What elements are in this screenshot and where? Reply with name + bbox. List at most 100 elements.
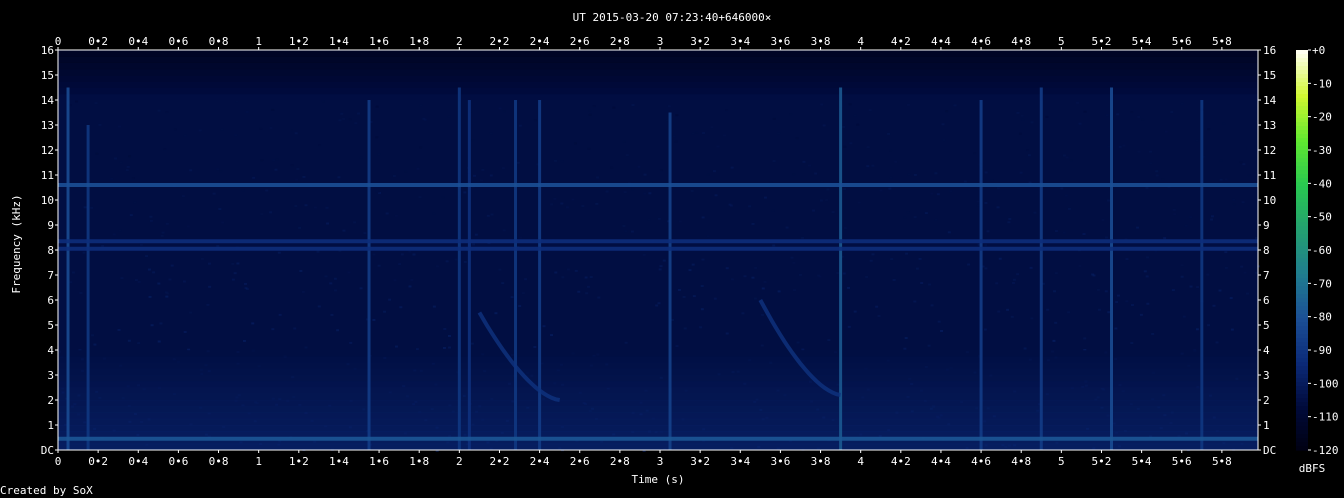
x-tick-label-top: 5•2 (1092, 35, 1112, 48)
noise-speck (385, 212, 389, 215)
noise-speck (1206, 273, 1210, 276)
noise-speck (218, 208, 222, 211)
noise-speck (847, 286, 851, 289)
noise-speck (1180, 264, 1184, 267)
noise-speck (729, 204, 733, 207)
low-band (58, 443, 1258, 451)
tone-line (58, 183, 1258, 187)
noise-speck (725, 267, 729, 270)
noise-speck (236, 262, 240, 265)
noise-speck (871, 164, 875, 167)
colorbar-step (1296, 138, 1308, 143)
noise-speck (871, 253, 875, 256)
noise-speck (918, 257, 922, 260)
x-tick-label-bottom: 5•6 (1172, 455, 1192, 468)
noise-speck (716, 145, 720, 148)
noise-speck (164, 291, 168, 294)
x-tick-label-bottom: 0•6 (168, 455, 188, 468)
noise-speck (605, 190, 609, 193)
noise-speck (1239, 161, 1243, 164)
colorbar-step (1296, 262, 1308, 267)
noise-speck (333, 289, 337, 292)
noise-speck (471, 139, 475, 142)
noise-speck (443, 327, 447, 330)
noise-speck (1171, 289, 1175, 292)
noise-speck (392, 174, 396, 177)
noise-speck (79, 291, 83, 294)
noise-speck (887, 132, 891, 135)
noise-speck (1016, 273, 1020, 276)
colorbar-step (1296, 414, 1308, 419)
noise-speck (472, 243, 476, 246)
colorbar-step (1296, 234, 1308, 239)
colorbar-step (1296, 174, 1308, 179)
colorbar-step (1296, 290, 1308, 295)
colorbar-step (1296, 446, 1308, 451)
noise-speck (330, 313, 334, 316)
y-tick-label-right: 14 (1263, 94, 1277, 107)
noise-speck (359, 156, 363, 159)
y-tick-label-left: 1 (47, 419, 54, 432)
x-tick-label-top: 0 (55, 35, 62, 48)
x-tick-label-top: 4•6 (971, 35, 991, 48)
colorbar-step (1296, 254, 1308, 259)
colorbar-step (1296, 274, 1308, 279)
noise-speck (853, 310, 857, 313)
noise-speck (342, 229, 346, 232)
noise-speck (820, 180, 824, 183)
colorbar-step (1296, 162, 1308, 167)
noise-speck (624, 230, 628, 233)
noise-speck (1212, 304, 1216, 307)
noise-speck (524, 278, 528, 281)
high-fade (58, 75, 1258, 82)
noise-speck (233, 272, 237, 275)
colorbar-step (1296, 306, 1308, 311)
noise-speck (691, 132, 695, 135)
noise-speck (996, 206, 1000, 209)
x-tick-label-bottom: 5•4 (1132, 455, 1152, 468)
noise-speck (903, 216, 907, 219)
noise-speck (947, 231, 951, 234)
noise-speck (252, 176, 256, 179)
noise-speck (329, 282, 333, 285)
noise-speck (612, 106, 616, 109)
noise-speck (856, 123, 860, 126)
noise-speck (761, 287, 765, 290)
noise-speck (200, 257, 204, 260)
noise-speck (498, 107, 502, 110)
noise-speck (998, 257, 1002, 260)
colorbar-step (1296, 218, 1308, 223)
noise-speck (667, 105, 671, 108)
noise-speck (706, 235, 710, 238)
impulse-line (66, 87, 70, 450)
y-tick-label-left: 15 (41, 69, 54, 82)
noise-speck (1173, 213, 1177, 216)
noise-speck (581, 205, 585, 208)
noise-speck (1161, 178, 1165, 181)
noise-speck (1082, 233, 1086, 236)
colorbar-step (1296, 50, 1308, 55)
x-tick-label-top: 1•6 (369, 35, 389, 48)
colorbar-step (1296, 314, 1308, 319)
noise-speck (1125, 258, 1129, 261)
y-tick-label-right: DC (1263, 444, 1276, 457)
y-tick-label-right: 5 (1263, 319, 1270, 332)
colorbar-step (1296, 294, 1308, 299)
colorbar-step (1296, 198, 1308, 203)
noise-speck (1210, 218, 1214, 221)
noise-speck (662, 259, 666, 262)
noise-speck (260, 159, 264, 162)
noise-speck (831, 211, 835, 214)
noise-speck (1210, 215, 1214, 218)
noise-speck (857, 201, 861, 204)
x-tick-label-bottom: 5 (1058, 455, 1065, 468)
y-tick-label-right: 11 (1263, 169, 1276, 182)
noise-speck (596, 176, 600, 179)
noise-speck (1172, 208, 1176, 211)
noise-speck (160, 234, 164, 237)
noise-speck (777, 290, 781, 293)
noise-speck (941, 123, 945, 126)
noise-speck (843, 227, 847, 230)
noise-speck (183, 134, 187, 137)
noise-speck (349, 341, 353, 344)
